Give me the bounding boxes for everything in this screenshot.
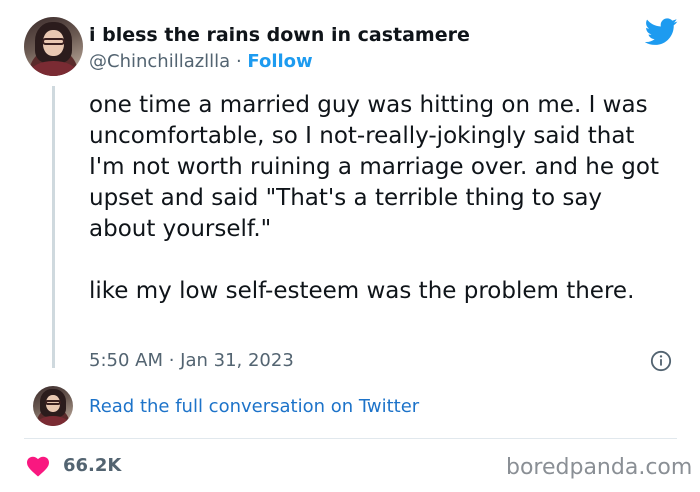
- follow-button[interactable]: Follow: [247, 51, 312, 72]
- thread-line: [52, 86, 55, 368]
- like-count: 66.2K: [63, 455, 122, 476]
- handle-separator: ·: [230, 51, 248, 72]
- info-icon[interactable]: [650, 350, 672, 372]
- read-conversation-link[interactable]: Read the full conversation on Twitter: [89, 396, 419, 417]
- author-handle-row: @Chinchillazllla · Follow: [89, 51, 313, 72]
- divider: [24, 438, 677, 439]
- boredpanda-watermark: boredpanda.com: [506, 455, 693, 480]
- twitter-bird-icon[interactable]: [645, 18, 678, 46]
- tweet-text: one time a married guy was hitting on me…: [89, 92, 659, 304]
- author-display-name[interactable]: i bless the rains down in castamere: [89, 24, 470, 46]
- author-avatar[interactable]: [24, 17, 83, 76]
- reply-avatar[interactable]: [33, 386, 73, 426]
- heart-icon[interactable]: [26, 455, 50, 477]
- author-handle[interactable]: @Chinchillazllla: [89, 51, 230, 72]
- tweet-timestamp[interactable]: 5:50 AM · Jan 31, 2023: [89, 350, 294, 371]
